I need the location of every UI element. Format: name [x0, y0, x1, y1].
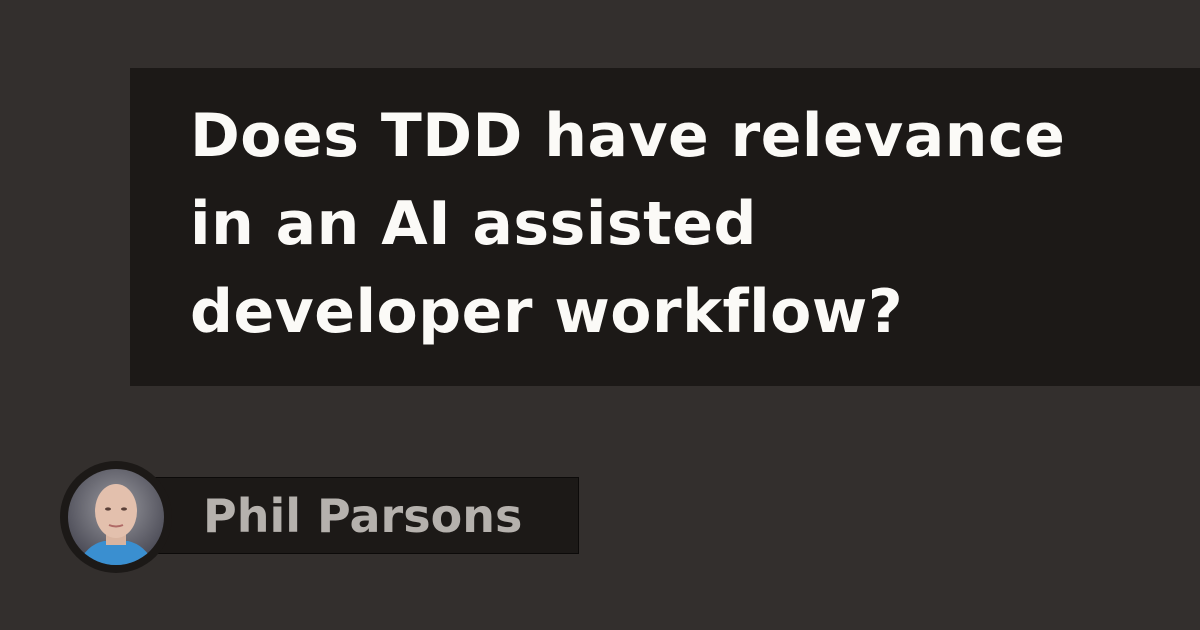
- author-name: Phil Parsons: [203, 489, 523, 543]
- avatar: [60, 461, 172, 573]
- avatar-photo-icon: [68, 469, 164, 565]
- page-title: Does TDD have relevance in an AI assiste…: [190, 92, 1065, 356]
- title-line: Does TDD have relevance: [190, 101, 1066, 171]
- title-line: in an AI assisted: [190, 189, 757, 259]
- title-line: developer workflow?: [190, 277, 904, 347]
